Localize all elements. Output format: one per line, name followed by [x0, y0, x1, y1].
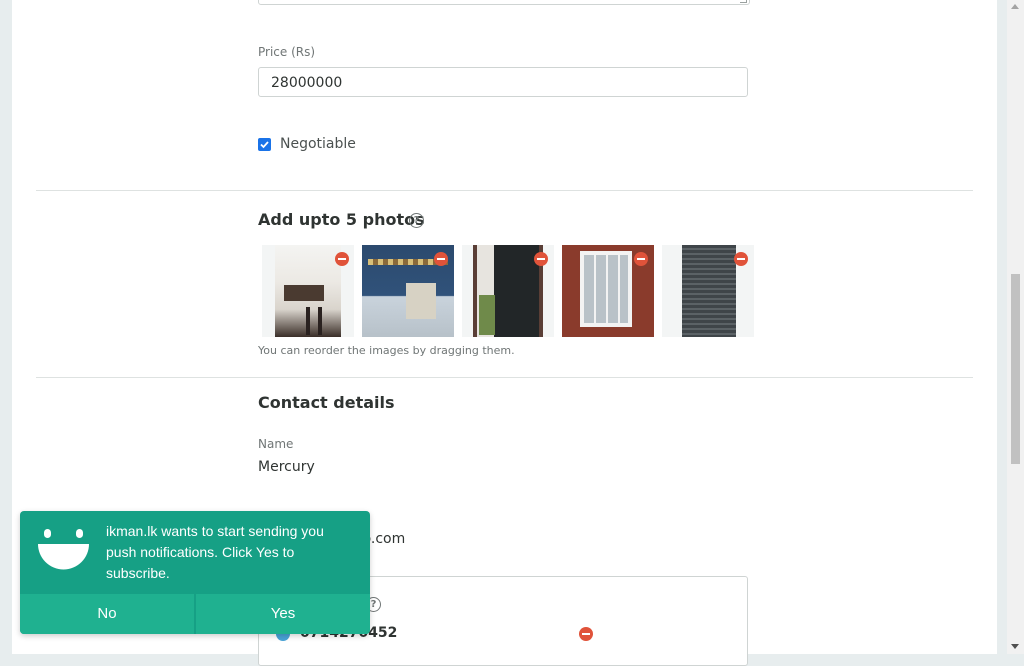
photo-detail — [406, 283, 436, 319]
scroll-up-icon[interactable] — [1011, 4, 1019, 9]
divider — [36, 190, 973, 191]
resize-grip-icon[interactable] — [740, 0, 747, 3]
photo-image — [682, 245, 736, 337]
scrollbar[interactable] — [1007, 0, 1024, 654]
no-button[interactable]: No — [20, 594, 194, 634]
scroll-thumb[interactable] — [1011, 274, 1020, 464]
price-label: Price (Rs) — [258, 45, 316, 59]
photo-detail — [318, 307, 322, 335]
photo-detail — [284, 285, 324, 301]
photo-detail — [584, 255, 628, 323]
photos-title: Add upto 5 photos — [258, 210, 425, 229]
negotiable-checkbox[interactable] — [258, 138, 271, 151]
photo-thumbnail[interactable] — [262, 245, 354, 337]
scroll-down-icon[interactable] — [1011, 644, 1019, 649]
name-label: Name — [258, 437, 294, 451]
remove-phone-icon[interactable] — [579, 627, 593, 641]
remove-photo-icon[interactable] — [434, 252, 448, 266]
photo-thumbnail[interactable] — [662, 245, 754, 337]
smiley-icon — [38, 529, 89, 570]
notification-buttons: No Yes — [20, 594, 370, 634]
photo-detail — [479, 295, 495, 335]
remove-photo-icon[interactable] — [634, 252, 648, 266]
push-notification-prompt: ikman.lk wants to start sending you push… — [20, 511, 370, 634]
remove-photo-icon[interactable] — [534, 252, 548, 266]
contact-title: Contact details — [258, 393, 395, 412]
description-textarea[interactable] — [258, 0, 750, 5]
checkmark-icon — [260, 141, 269, 149]
photo-thumbnail[interactable] — [362, 245, 454, 337]
photo-detail — [306, 307, 310, 335]
negotiable-label[interactable]: Negotiable — [280, 136, 356, 152]
photo-thumbnail[interactable] — [562, 245, 654, 337]
photo-thumbnail[interactable] — [462, 245, 554, 337]
remove-photo-icon[interactable] — [734, 252, 748, 266]
price-input[interactable]: 28000000 — [258, 67, 748, 97]
divider — [36, 377, 973, 378]
notification-message: ikman.lk wants to start sending you push… — [106, 523, 324, 581]
name-value: Mercury — [258, 459, 315, 475]
photos-hint: You can reorder the images by dragging t… — [258, 344, 515, 357]
remove-photo-icon[interactable] — [335, 252, 349, 266]
help-icon[interactable]: ? — [409, 213, 424, 228]
yes-button[interactable]: Yes — [194, 594, 370, 634]
